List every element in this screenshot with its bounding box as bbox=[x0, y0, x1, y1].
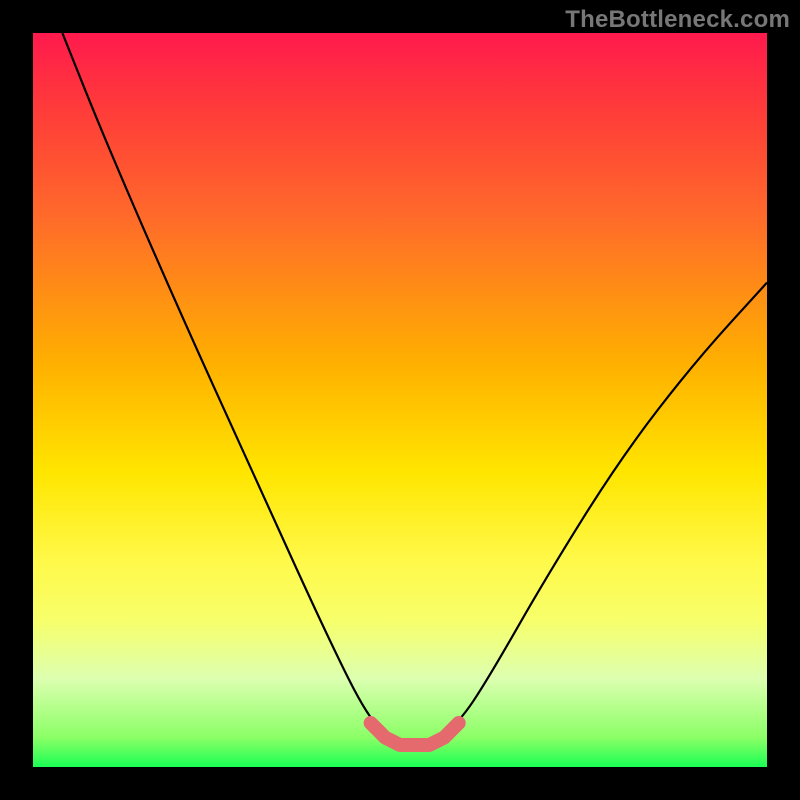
bottleneck-curve bbox=[62, 33, 767, 745]
valley-highlight bbox=[371, 723, 459, 745]
chart-svg bbox=[33, 33, 767, 767]
chart-frame: TheBottleneck.com bbox=[0, 0, 800, 800]
watermark-text: TheBottleneck.com bbox=[565, 6, 790, 34]
